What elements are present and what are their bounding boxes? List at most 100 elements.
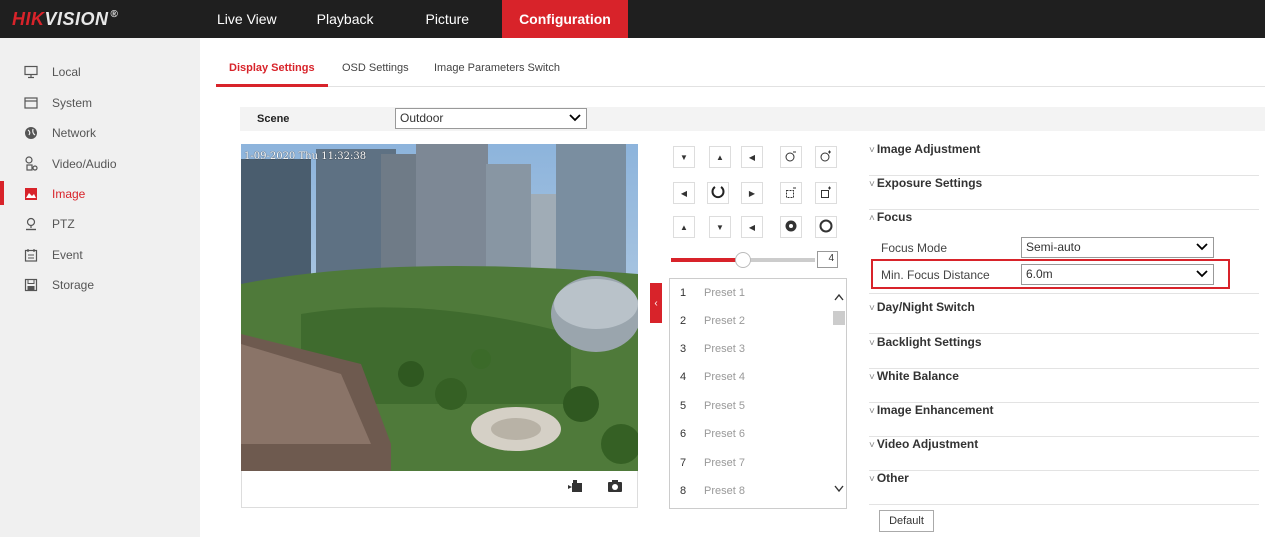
chevron-down-icon: ˅ xyxy=(869,338,875,349)
active-tab-underline xyxy=(216,84,328,87)
ptz-down-left-button[interactable]: ▲ xyxy=(673,216,695,238)
list-item[interactable]: 5 Preset 5 xyxy=(680,400,745,416)
chevron-down-icon xyxy=(1196,270,1208,278)
sub-tabs: Display Settings OSD Settings Image Para… xyxy=(216,38,1265,88)
focus-near-button[interactable] xyxy=(780,182,802,204)
list-item[interactable]: 3 Preset 3 xyxy=(680,343,745,359)
tabs-divider xyxy=(216,86,1265,87)
sidebar-item-label: PTZ xyxy=(52,217,75,231)
calendar-icon xyxy=(24,248,38,262)
preset-list: 1 Preset 1 2 Preset 2 3 Preset 3 4 Preset 4 … xyxy=(669,278,847,509)
section-white-balance[interactable]: ˅ White Balance xyxy=(869,369,1259,403)
section-day-night-switch[interactable]: ˅ Day/Night Switch xyxy=(869,300,1259,334)
iris-open-button[interactable] xyxy=(815,216,837,238)
list-item[interactable]: 6 Preset 6 xyxy=(680,428,745,444)
sidebar-item-storage[interactable]: Storage xyxy=(24,275,94,295)
nav-live-view[interactable]: Live View xyxy=(200,0,294,38)
focus-mode-label: Focus Mode xyxy=(881,241,948,255)
preset-scroll-thumb[interactable] xyxy=(833,311,845,325)
ptz-left-button[interactable]: ◀ xyxy=(673,182,695,204)
tab-osd-settings[interactable]: OSD Settings xyxy=(342,62,409,74)
sidebar-active-indicator xyxy=(0,181,4,205)
nav-configuration[interactable]: Configuration xyxy=(502,0,628,38)
chevron-down-icon: ˅ xyxy=(869,440,875,451)
iris-close-button[interactable] xyxy=(780,216,802,238)
chevron-down-icon xyxy=(569,114,581,122)
arrow-down-icon: ▼ xyxy=(680,152,688,162)
record-icon[interactable] xyxy=(567,480,583,497)
tab-image-parameters-switch[interactable]: Image Parameters Switch xyxy=(434,62,560,74)
arrow-down-icon: ▼ xyxy=(716,222,724,232)
section-image-adjustment[interactable]: ˅ Image Adjustment xyxy=(869,142,1259,176)
nav-picture[interactable]: Picture xyxy=(408,0,486,38)
sidebar-item-ptz[interactable]: PTZ xyxy=(24,214,75,234)
min-focus-distance-select[interactable]: 6.0m xyxy=(1021,264,1214,285)
scene-label: Scene xyxy=(257,113,290,125)
speed-slider-fill xyxy=(671,258,743,262)
ptz-down-button[interactable]: ▼ xyxy=(709,216,731,238)
auto-rotate-icon xyxy=(711,185,725,202)
sidebar-item-label: Image xyxy=(52,187,86,201)
sidebar-item-event[interactable]: Event xyxy=(24,245,83,265)
hikvision-logo: HIKVISION ® xyxy=(12,9,119,29)
list-item[interactable]: 1 Preset 1 xyxy=(680,287,745,303)
video-audio-icon xyxy=(24,156,38,171)
chevron-down-icon: ˅ xyxy=(869,179,875,190)
ptz-up-right-button[interactable]: ◀ xyxy=(741,146,763,168)
ptz-down-right-button[interactable]: ◀ xyxy=(741,216,763,238)
scene-row: Scene xyxy=(240,107,1265,131)
main-nav: Live View Playback Picture Configuration xyxy=(200,0,628,38)
list-item[interactable]: 7 Preset 7 xyxy=(680,457,745,473)
zoom-in-button[interactable] xyxy=(815,146,837,168)
focus-far-button[interactable] xyxy=(815,182,837,204)
list-item[interactable]: 8 Preset 8 xyxy=(680,485,745,501)
ptz-auto-button[interactable] xyxy=(707,182,729,204)
default-button[interactable]: Default xyxy=(879,510,934,532)
sidebar-item-network[interactable]: Network xyxy=(24,123,96,143)
speed-slider-track[interactable] xyxy=(743,258,815,262)
ptz-up-left-button[interactable]: ▼ xyxy=(673,146,695,168)
sidebar-item-video-audio[interactable]: Video/Audio xyxy=(24,154,117,174)
sidebar-item-local[interactable]: Local xyxy=(24,62,81,82)
speed-slider-handle[interactable] xyxy=(735,252,751,268)
nav-playback[interactable]: Playback xyxy=(300,0,391,38)
arrow-left-icon: ◀ xyxy=(680,188,688,198)
scene-select-value: Outdoor xyxy=(400,111,444,125)
list-item[interactable]: 2 Preset 2 xyxy=(680,315,745,331)
sidebar-item-label: Network xyxy=(52,126,97,140)
tab-display-settings[interactable]: Display Settings xyxy=(229,62,315,74)
iris-icon xyxy=(784,219,798,236)
section-image-enhancement[interactable]: ˅ Image Enhancement xyxy=(869,403,1259,437)
min-focus-distance-value: 6.0m xyxy=(1026,267,1053,281)
sidebar-item-label: System xyxy=(52,96,93,110)
video-toolbar xyxy=(241,471,638,508)
arrow-up-icon: ▲ xyxy=(716,152,724,162)
zoom-out-button[interactable] xyxy=(780,146,802,168)
chevron-down-icon: ˅ xyxy=(869,474,875,485)
sidebar-item-label: Storage xyxy=(52,278,95,292)
sidebar-item-image[interactable]: Image xyxy=(24,184,85,204)
focus-mode-value: Semi-auto xyxy=(1026,240,1081,254)
section-exposure-settings[interactable]: ˅ Exposure Settings xyxy=(869,176,1259,210)
chevron-down-icon: ˅ xyxy=(869,145,875,156)
video-osd-timestamp: 1-09-2020 Thu 11:32:38 xyxy=(244,151,367,162)
panel-collapse-handle[interactable]: ‹ xyxy=(650,283,662,323)
iris-icon xyxy=(819,219,833,236)
list-item[interactable]: 4 Preset 4 xyxy=(680,371,745,387)
sidebar-item-system[interactable]: System xyxy=(24,93,92,113)
snapshot-icon[interactable] xyxy=(607,479,623,496)
section-video-adjustment[interactable]: ˅ Video Adjustment xyxy=(869,437,1259,471)
video-frame-image xyxy=(241,144,638,471)
section-other[interactable]: ˅ Other xyxy=(869,471,1259,505)
chevron-down-icon: ˅ xyxy=(869,372,875,383)
scene-select[interactable]: Outdoor xyxy=(395,108,587,129)
live-video-view[interactable] xyxy=(241,144,638,471)
top-bar: HIKVISION ® Live View Playback Picture Co… xyxy=(0,0,1265,38)
section-backlight-settings[interactable]: ˅ Backlight Settings xyxy=(869,335,1259,369)
chevron-up-icon: ˄ xyxy=(869,213,875,224)
sidebar-item-label: Video/Audio xyxy=(52,157,117,171)
ptz-up-button[interactable]: ▲ xyxy=(709,146,731,168)
storage-icon xyxy=(24,278,38,292)
focus-mode-select[interactable]: Semi-auto xyxy=(1021,237,1214,258)
ptz-right-button[interactable]: ▶ xyxy=(741,182,763,204)
